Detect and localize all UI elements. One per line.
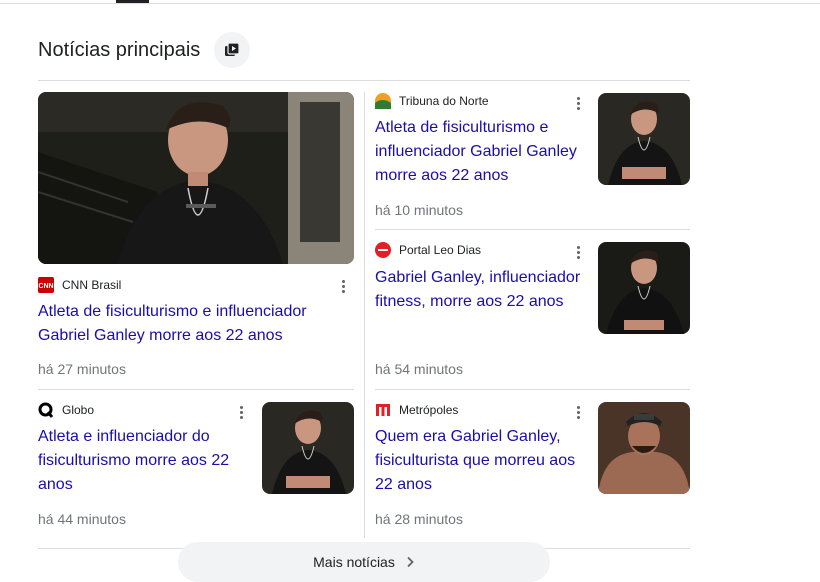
news-source[interactable]: Portal Leo Dias <box>375 242 481 258</box>
news-card[interactable]: Metrópoles Quem era Gabriel Ganley, fisi… <box>375 401 690 531</box>
source-name: Metrópoles <box>399 403 459 417</box>
chevron-right-icon <box>407 556 414 568</box>
source-name: CNN Brasil <box>62 278 122 292</box>
news-thumbnail[interactable] <box>598 93 690 185</box>
svg-text:CNN: CNN <box>38 283 53 290</box>
news-title[interactable]: Atleta de fisiculturismo e influenciador… <box>38 300 354 348</box>
globo-logo-icon <box>38 402 54 418</box>
more-options-icon[interactable] <box>342 278 346 295</box>
news-card[interactable]: Portal Leo Dias Gabriel Ganley, influenc… <box>375 241 690 381</box>
news-source[interactable]: CNN CNN Brasil <box>38 277 121 293</box>
news-title[interactable]: Atleta e influenciador do fisiculturismo… <box>38 425 248 497</box>
news-thumbnail[interactable] <box>598 242 690 334</box>
metropoles-logo-icon <box>375 402 391 418</box>
tribuna-logo-icon <box>375 93 391 109</box>
news-timestamp: há 27 minutos <box>38 361 126 377</box>
leodias-logo-icon <box>375 242 391 258</box>
more-options-icon[interactable] <box>577 404 581 421</box>
more-options-icon[interactable] <box>577 244 581 261</box>
news-title[interactable]: Gabriel Ganley, influenciador fitness, m… <box>375 266 590 314</box>
news-thumbnail[interactable] <box>38 92 354 264</box>
source-name: Tribuna do Norte <box>399 94 489 108</box>
source-name: Globo <box>62 403 95 417</box>
more-options-icon[interactable] <box>240 404 244 421</box>
news-timestamp: há 44 minutos <box>38 511 126 527</box>
divider <box>38 80 690 81</box>
more-news-label: Mais notícias <box>313 554 395 570</box>
stories-icon <box>225 42 240 56</box>
section-title: Notícias principais <box>38 38 201 61</box>
news-thumbnail[interactable] <box>262 402 354 494</box>
person-photo <box>38 92 354 264</box>
news-source[interactable]: Metrópoles <box>375 402 458 418</box>
person-photo <box>262 402 354 494</box>
news-card[interactable]: Tribuna do Norte Atleta de fisiculturism… <box>375 92 690 222</box>
news-timestamp: há 28 minutos <box>375 511 463 527</box>
active-tab-indicator <box>116 0 149 3</box>
section-header: Notícias principais <box>38 32 251 68</box>
more-news-button[interactable]: Mais notícias <box>178 542 550 582</box>
column-divider <box>364 92 365 538</box>
stories-button[interactable] <box>214 32 251 68</box>
news-source[interactable]: Globo <box>38 402 94 418</box>
news-card[interactable]: Globo Atleta e influenciador do fisicult… <box>38 401 354 531</box>
divider <box>375 229 690 230</box>
news-card[interactable]: CNN CNN Brasil Atleta de fisiculturismo … <box>38 92 354 384</box>
divider <box>38 389 354 390</box>
news-timestamp: há 10 minutos <box>375 202 463 218</box>
person-photo <box>598 93 690 185</box>
news-source[interactable]: Tribuna do Norte <box>375 93 489 109</box>
tab-bar-divider <box>0 0 820 4</box>
divider <box>375 389 690 390</box>
news-title[interactable]: Atleta de fisiculturismo e influenciador… <box>375 116 585 188</box>
news-thumbnail[interactable] <box>598 402 690 494</box>
news-title[interactable]: Quem era Gabriel Ganley, fisiculturista … <box>375 425 590 497</box>
more-options-icon[interactable] <box>577 95 581 112</box>
news-timestamp: há 54 minutos <box>375 361 463 377</box>
cnn-logo-icon: CNN <box>38 277 54 293</box>
person-photo <box>598 242 690 334</box>
person-photo <box>598 402 690 494</box>
source-name: Portal Leo Dias <box>399 243 482 257</box>
